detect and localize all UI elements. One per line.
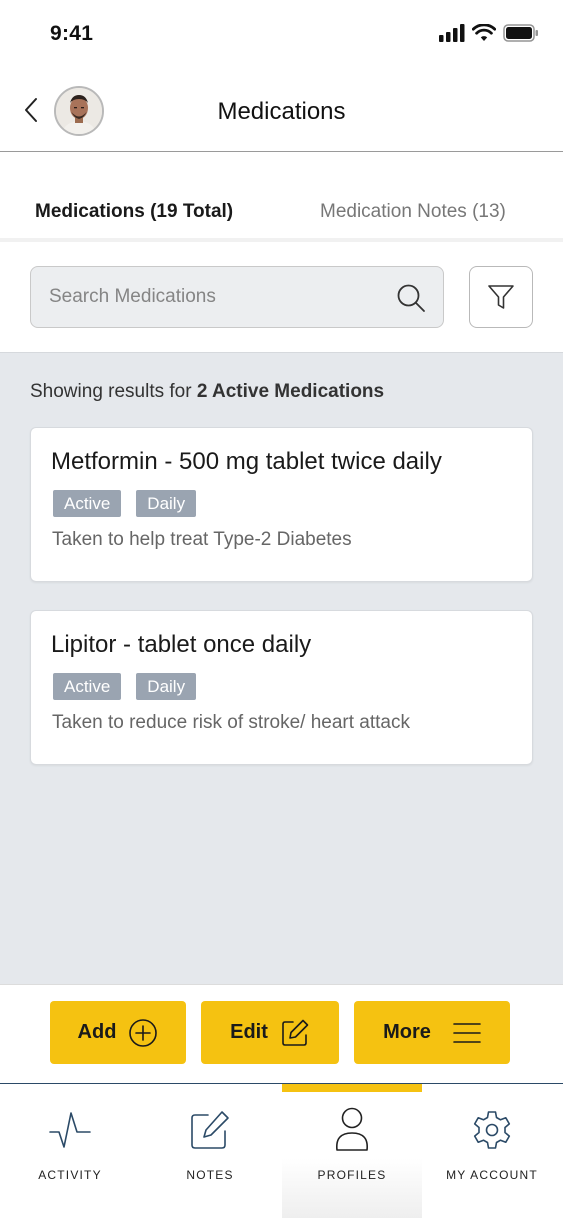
plus-circle-icon bbox=[129, 1018, 158, 1047]
nav-label-my-account: MY ACCOUNT bbox=[446, 1168, 538, 1182]
more-button[interactable]: More bbox=[354, 1001, 510, 1064]
nav-item-my-account[interactable]: MY ACCOUNT bbox=[422, 1084, 562, 1218]
status-bar: 9:41 bbox=[0, 0, 563, 72]
search-box bbox=[30, 266, 444, 328]
medication-card[interactable]: Lipitor - tablet once daily Active Daily… bbox=[30, 610, 533, 765]
tab-medication-notes[interactable]: Medication Notes (13) bbox=[320, 201, 506, 223]
bottom-nav: ACTIVITY NOTES PROFILES MY ACCOUNT bbox=[0, 1083, 563, 1218]
status-badge: Active bbox=[53, 673, 122, 700]
edit-icon bbox=[282, 1019, 309, 1046]
status-icons bbox=[439, 24, 539, 42]
app-header: Medications bbox=[0, 72, 563, 152]
medications-list-area: Showing results for 2 Active Medications… bbox=[0, 352, 563, 986]
nav-item-profiles[interactable]: PROFILES bbox=[282, 1084, 422, 1218]
status-time: 9:41 bbox=[50, 22, 94, 45]
frequency-badge: Daily bbox=[136, 490, 197, 517]
tab-medications[interactable]: Medications (19 Total) bbox=[35, 201, 233, 223]
medication-description: Taken to help treat Type-2 Diabetes bbox=[52, 529, 352, 550]
add-button[interactable]: Add bbox=[50, 1001, 186, 1064]
gear-icon bbox=[473, 1111, 511, 1149]
results-prefix: Showing results for bbox=[30, 381, 192, 402]
nav-label-profiles: PROFILES bbox=[317, 1168, 387, 1182]
notes-icon bbox=[191, 1111, 229, 1149]
edit-button[interactable]: Edit bbox=[201, 1001, 339, 1064]
tab-bar: Medications (19 Total) Medication Notes … bbox=[0, 152, 563, 242]
nav-label-notes: NOTES bbox=[186, 1168, 234, 1182]
filter-button[interactable] bbox=[469, 266, 533, 328]
nav-label-activity: ACTIVITY bbox=[38, 1168, 102, 1182]
more-label: More bbox=[383, 1021, 431, 1043]
activity-icon bbox=[49, 1112, 91, 1148]
wifi-icon bbox=[472, 24, 496, 41]
medication-tags: Active Daily bbox=[53, 673, 197, 700]
add-label: Add bbox=[77, 1021, 117, 1043]
search-icon[interactable] bbox=[395, 282, 427, 314]
action-bar: Add Edit More bbox=[0, 984, 563, 1084]
medication-title: Metformin - 500 mg tablet twice daily bbox=[51, 448, 442, 475]
page-title: Medications bbox=[217, 98, 346, 125]
status-badge: Active bbox=[53, 490, 122, 517]
search-input[interactable] bbox=[49, 267, 389, 327]
edit-label: Edit bbox=[230, 1021, 268, 1043]
profile-icon bbox=[335, 1107, 369, 1151]
medication-title: Lipitor - tablet once daily bbox=[51, 631, 312, 658]
battery-icon bbox=[503, 24, 538, 42]
nav-item-notes[interactable]: NOTES bbox=[140, 1084, 280, 1218]
results-count: 2 Active Medications bbox=[196, 381, 385, 402]
frequency-badge: Daily bbox=[136, 673, 197, 700]
filter-icon bbox=[488, 285, 514, 309]
results-summary: Showing results for 2 Active Medications bbox=[30, 381, 384, 403]
medication-description: Taken to reduce risk of stroke/ heart at… bbox=[52, 712, 411, 733]
medication-tags: Active Daily bbox=[53, 490, 197, 517]
tabs-divider bbox=[0, 238, 563, 242]
menu-icon bbox=[453, 1022, 481, 1043]
medication-card[interactable]: Metformin - 500 mg tablet twice daily Ac… bbox=[30, 427, 533, 582]
signal-icon bbox=[439, 24, 465, 42]
nav-item-activity[interactable]: ACTIVITY bbox=[0, 1084, 140, 1218]
